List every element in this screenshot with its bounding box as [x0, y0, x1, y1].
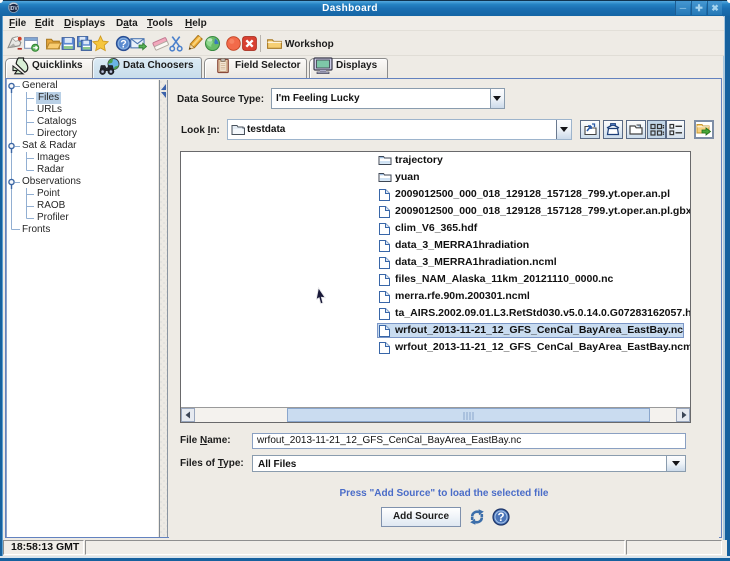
svg-text:?: ? — [120, 38, 126, 50]
svg-text:?: ? — [497, 512, 504, 524]
